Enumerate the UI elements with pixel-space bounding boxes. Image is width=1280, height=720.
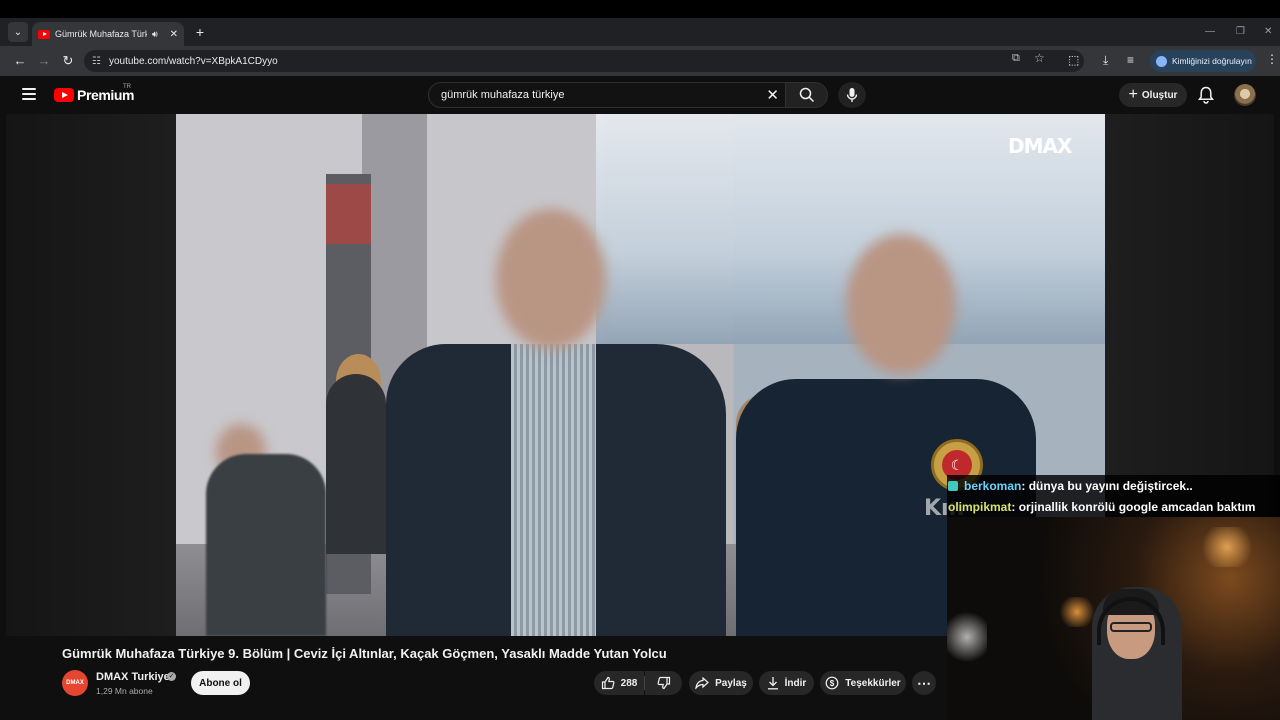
webcam-light [947,607,987,667]
browser-tab-strip: ⌄ Gümrük Muhafaza Türkiye 9 🔊︎ ✕ + — ❐ ✕ [0,18,1280,46]
more-horiz-icon[interactable]: ⋯ [912,671,936,695]
video-figure [511,344,596,636]
streamer-webcam [947,517,1280,720]
chat-username: olimpikmat [948,499,1012,514]
youtube-play-icon [54,88,74,102]
thumbs-down-icon [657,676,670,690]
profile-label: Kimliğinizi doğrulayın [1172,56,1252,66]
install-app-icon[interactable]: ⧉ [1012,52,1020,65]
svg-text:$: $ [830,679,835,688]
download-button[interactable]: İndir [759,671,814,695]
subscriber-count: 1,29 Mn abone [96,686,153,696]
speaker-icon[interactable]: 🔊︎ [152,29,158,40]
thanks-button[interactable]: $ Teşekkürler [820,671,906,695]
youtube-favicon-icon [38,29,50,39]
voice-search-button[interactable] [838,82,866,108]
search-input[interactable]: gümrük muhafaza türkiye ✕ [428,82,786,108]
chat-username: berkoman [964,478,1022,493]
channel-watermark: DMAX [1008,134,1072,158]
mic-icon [846,88,858,102]
clear-icon[interactable]: ✕ [766,86,779,104]
tab-title: Gümrük Muhafaza Türkiye 9 [55,29,147,39]
download-icon [767,677,778,690]
webcam-light [1057,597,1097,627]
thumbs-up-icon [601,676,615,690]
search-icon [799,87,814,103]
browser-tab[interactable]: Gümrük Muhafaza Türkiye 9 🔊︎ ✕ [32,22,184,46]
subscribe-button[interactable]: Abone ol [191,671,250,695]
video-figure [206,454,326,636]
close-icon[interactable]: ✕ [170,29,178,40]
download-label: İndir [784,677,807,689]
plus-icon: + [1128,86,1138,103]
video-scene-sign [326,184,371,244]
search-query[interactable]: gümrük muhafaza türkiye [441,89,565,101]
restore-icon[interactable]: ❐ [1236,26,1245,37]
close-window-icon[interactable]: ✕ [1264,26,1272,37]
user-avatar[interactable] [1234,84,1256,106]
bookmark-star-icon[interactable]: ☆ [1034,51,1045,65]
webcam-light [1197,527,1257,567]
extensions-icon[interactable]: ⬚ [1068,53,1079,67]
hamburger-menu-icon[interactable] [22,88,36,100]
browser-toolbar: ← → ↻ ☷ youtube.com/watch?v=XBpkA1CDyyo … [0,46,1280,76]
thanks-icon: $ [825,676,839,690]
thanks-label: Teşekkürler [845,677,901,689]
media-controls-icon[interactable]: ≡ [1127,53,1134,67]
channel-name[interactable]: DMAX Turkiye [96,671,170,683]
share-icon [695,677,710,689]
new-tab-button[interactable]: + [192,24,208,40]
chat-text: : orjinallik konrölü google amcadan bakt… [1011,499,1256,514]
share-label: Paylaş [715,677,747,689]
forward-arrow-icon[interactable]: → [36,53,52,68]
video-title: Gümrük Muhafaza Türkiye 9. Bölüm | Ceviz… [62,646,667,661]
like-count: 288 [620,677,638,689]
chat-text: : dünya bu yayını değiştircek.. [1021,478,1193,493]
chat-message: berkoman : dünya bu yayını değiştircek.. [947,475,1280,496]
youtube-header: Premium TR gümrük muhafaza türkiye ✕ + O… [0,76,1280,114]
blurred-face [496,209,606,349]
bell-icon[interactable] [1198,86,1214,104]
blurred-face [846,234,956,374]
minimize-icon[interactable]: — [1205,26,1215,37]
back-arrow-icon[interactable]: ← [12,53,28,68]
more-vert-icon[interactable]: ⋮ [1266,52,1278,66]
address-bar[interactable]: ☷ youtube.com/watch?v=XBpkA1CDyyo [84,50,1084,72]
chat-badge-icon [948,480,958,491]
site-info-icon[interactable]: ☷ [92,56,101,67]
profile-button[interactable]: Kimliğinizi doğrulayın [1150,50,1256,72]
chevron-down-icon[interactable]: ⌄ [8,22,28,42]
reload-icon[interactable]: ↻ [60,53,76,69]
chat-message: olimpikmat : orjinallik konrölü google a… [947,496,1280,517]
url-text[interactable]: youtube.com/watch?v=XBpkA1CDyyo [109,56,278,67]
profile-icon [1156,55,1167,67]
search-button[interactable] [786,82,828,108]
create-label: Oluştur [1141,89,1178,101]
channel-avatar[interactable]: DMAX [62,670,88,696]
share-button[interactable]: Paylaş [689,671,753,695]
screen-top-bar [0,0,1280,18]
like-button[interactable]: 288 [594,671,644,695]
verified-check-icon: ✓ [167,672,176,681]
create-button[interactable]: + Oluştur [1119,83,1187,107]
country-code: TR [123,84,131,90]
video-figure [326,374,386,554]
dislike-button[interactable] [645,671,682,695]
download-tray-icon[interactable]: ⤓ [1103,53,1108,68]
